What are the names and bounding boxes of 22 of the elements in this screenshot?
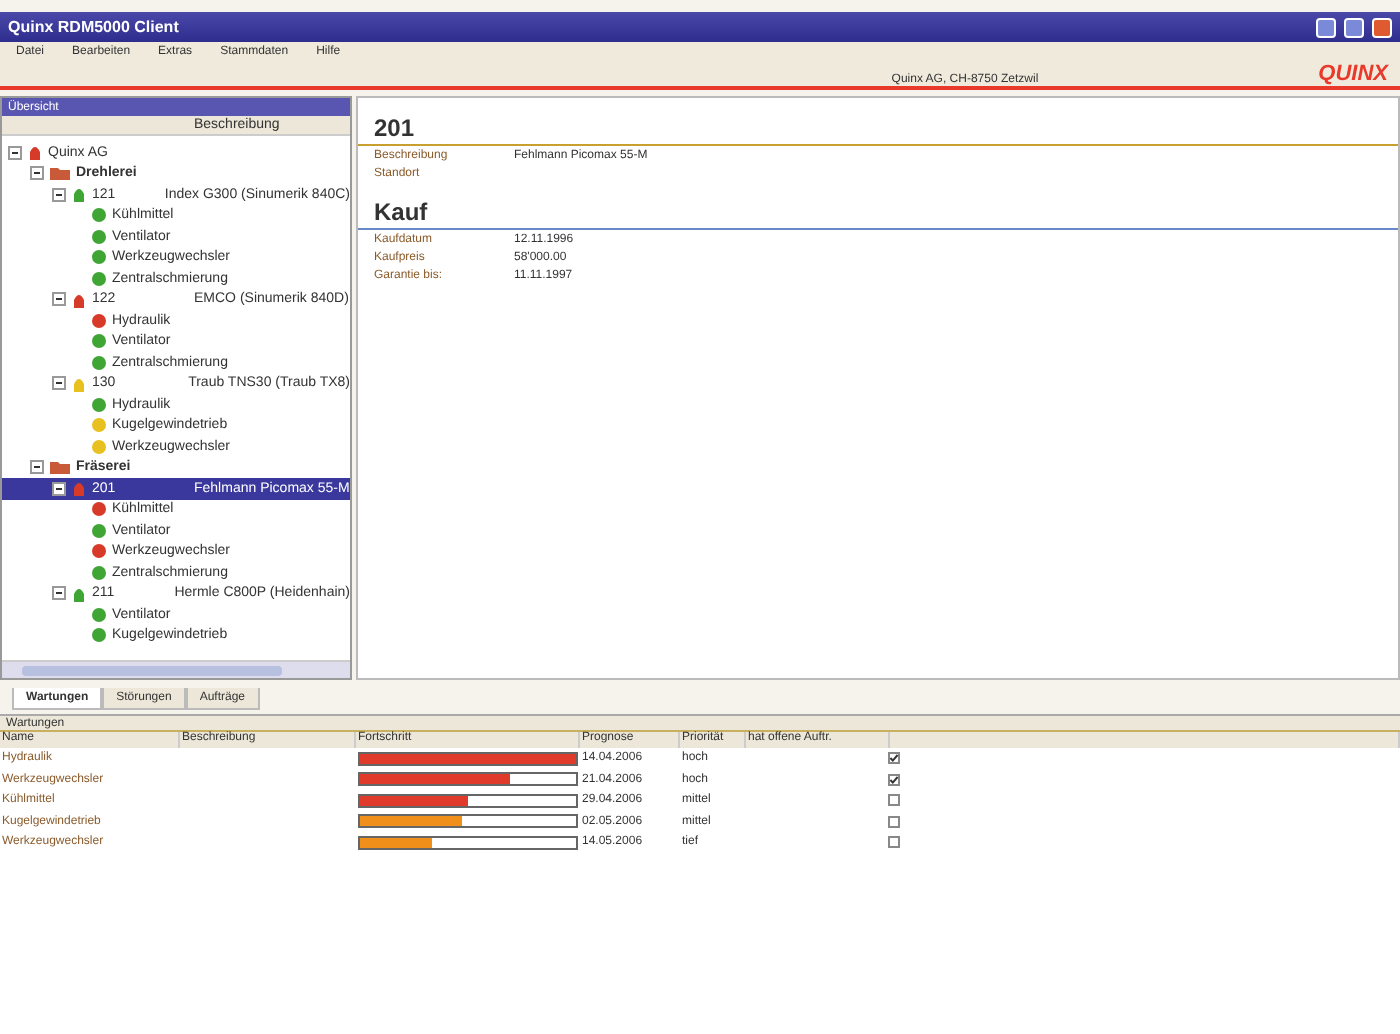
- section-heading: Kauf: [358, 198, 1398, 230]
- minus-icon[interactable]: [30, 460, 44, 475]
- checkbox[interactable]: [888, 836, 900, 849]
- maximize-button[interactable]: [1344, 17, 1364, 37]
- close-button[interactable]: [1372, 17, 1392, 37]
- checkbox[interactable]: [888, 773, 900, 786]
- window-title: Quinx RDM5000 Client: [8, 18, 181, 36]
- checkbox[interactable]: [888, 794, 900, 807]
- detail-heading: 201: [358, 114, 1398, 146]
- minus-icon[interactable]: [30, 166, 44, 181]
- logo: QUINX: [1318, 62, 1388, 86]
- checkbox[interactable]: [888, 752, 900, 765]
- minus-icon[interactable]: [52, 376, 66, 391]
- checkbox[interactable]: [888, 815, 900, 828]
- minus-icon[interactable]: [8, 145, 22, 160]
- minus-icon[interactable]: [52, 586, 66, 601]
- minimize-button[interactable]: [1316, 17, 1336, 37]
- folder-icon: [50, 166, 70, 181]
- minus-icon[interactable]: [52, 481, 66, 496]
- horizontal-scrollbar[interactable]: [2, 660, 350, 678]
- minus-icon[interactable]: [52, 292, 66, 307]
- minus-icon[interactable]: [52, 187, 66, 202]
